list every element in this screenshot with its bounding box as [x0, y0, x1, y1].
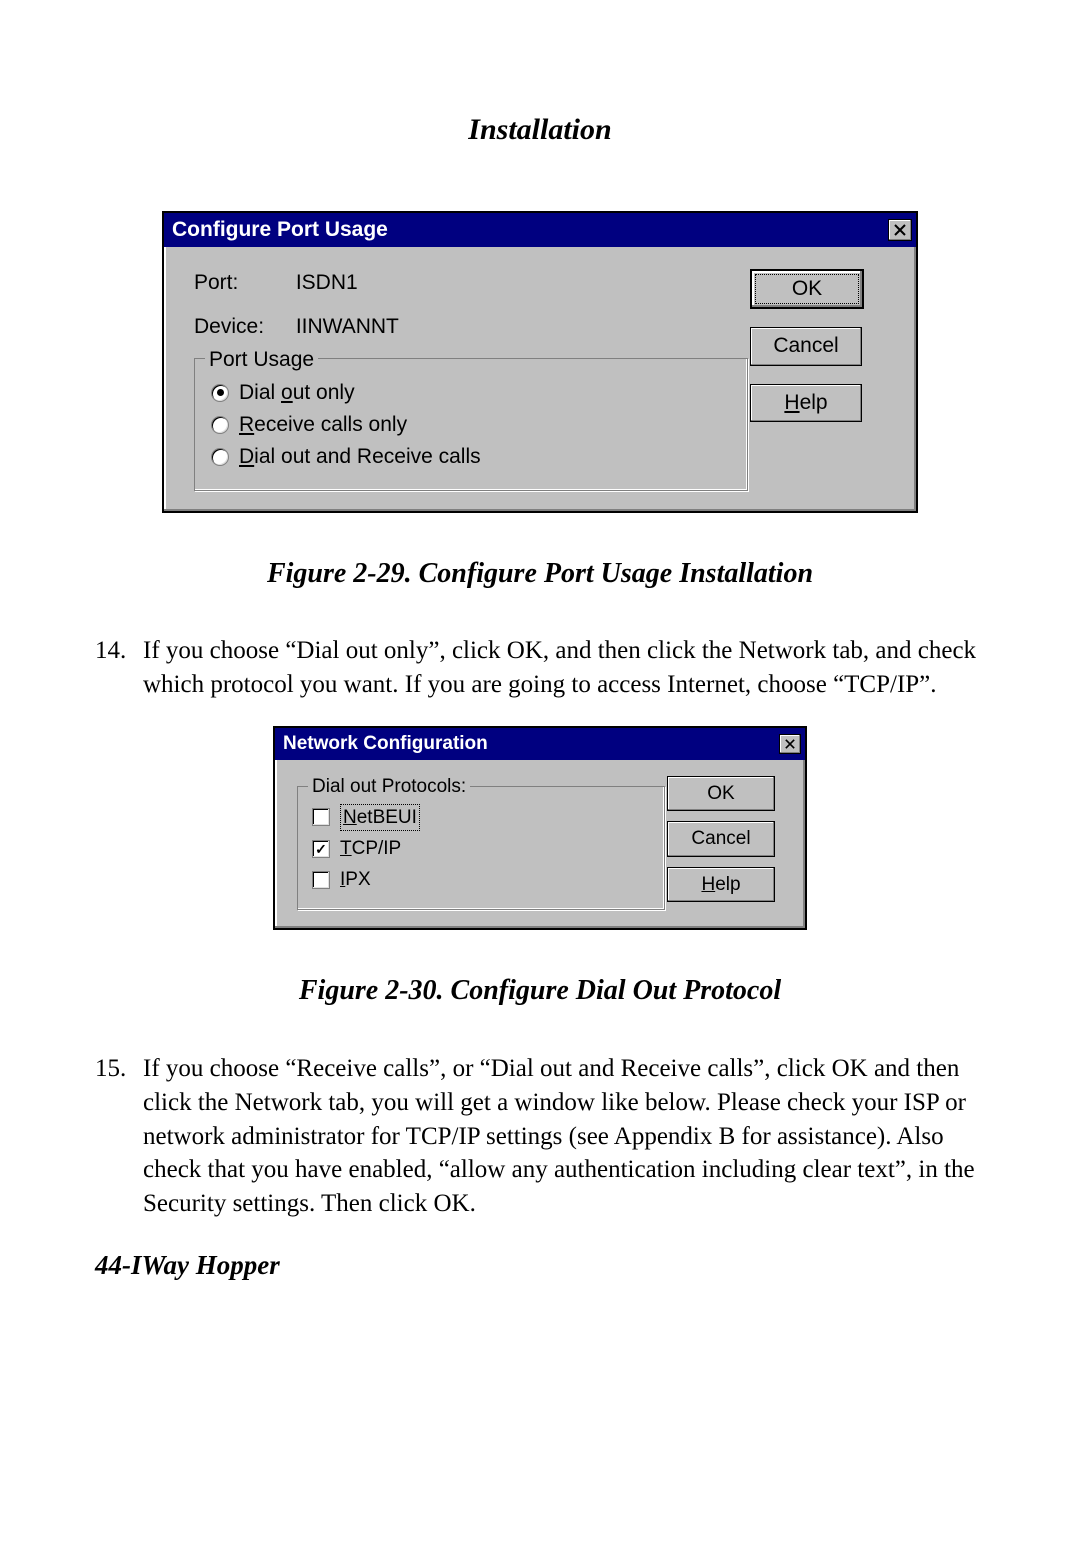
cancel-button[interactable]: Cancel: [667, 821, 775, 857]
step-number: 15.: [95, 1052, 143, 1221]
step-number: 14.: [95, 634, 143, 702]
dialog-title: Network Configuration: [283, 731, 488, 757]
dialog-title: Configure Port Usage: [172, 216, 388, 244]
checkbox-icon: [312, 871, 330, 889]
list-item: 14. If you choose “Dial out only”, click…: [95, 634, 985, 702]
figure-caption-30: Figure 2-30. Configure Dial Out Protocol: [95, 972, 985, 1010]
radio-icon: [211, 416, 229, 434]
titlebar: Network Configuration: [275, 728, 805, 760]
group-legend: Port Usage: [205, 346, 318, 374]
figure-caption-29: Figure 2-29. Configure Port Usage Instal…: [95, 555, 985, 593]
checkbox-ipx[interactable]: IPX: [312, 867, 650, 893]
checkbox-icon: [312, 808, 330, 826]
radio-label: Dial out only: [239, 379, 355, 407]
close-icon[interactable]: [888, 219, 912, 241]
group-legend: Dial out Protocols:: [308, 774, 470, 800]
dialog-network-configuration: Network Configuration Dial out Protocols…: [273, 726, 807, 931]
group-dial-out-protocols: Dial out Protocols: NetBEUI ✓ TCP/IP IPX: [297, 786, 665, 911]
radio-receive-calls-only[interactable]: Receive calls only: [211, 411, 731, 439]
checkbox-netbeui[interactable]: NetBEUI: [312, 804, 650, 832]
step-text: If you choose “Receive calls”, or “Dial …: [143, 1052, 985, 1221]
ok-button[interactable]: OK: [750, 269, 864, 309]
radio-label: Receive calls only: [239, 411, 407, 439]
checkbox-tcpip[interactable]: ✓ TCP/IP: [312, 836, 650, 862]
device-value: IINWANNT: [296, 315, 399, 338]
help-button[interactable]: Help: [750, 384, 862, 422]
checkbox-icon: ✓: [312, 840, 330, 858]
group-port-usage: Port Usage Dial out only Receive calls o…: [194, 358, 748, 491]
checkbox-label: TCP/IP: [340, 836, 401, 862]
cancel-button[interactable]: Cancel: [750, 327, 862, 365]
titlebar: Configure Port Usage: [164, 213, 916, 247]
device-label: Device:: [194, 313, 290, 341]
checkbox-label: IPX: [340, 867, 371, 893]
dialog-configure-port-usage: Configure Port Usage Port: ISDN1 Device:…: [162, 211, 918, 513]
radio-icon: [211, 384, 229, 402]
port-value: ISDN1: [296, 271, 358, 294]
list-item: 15. If you choose “Receive calls”, or “D…: [95, 1052, 985, 1221]
close-icon[interactable]: [779, 734, 801, 754]
page-footer: 44-IWay Hopper: [95, 1247, 985, 1283]
radio-label: Dial out and Receive calls: [239, 443, 481, 471]
ok-button[interactable]: OK: [667, 776, 775, 812]
port-label: Port:: [194, 269, 290, 297]
checkbox-label: NetBEUI: [340, 804, 420, 832]
radio-icon: [211, 448, 229, 466]
radio-dial-out-only[interactable]: Dial out only: [211, 379, 731, 407]
help-button[interactable]: Help: [667, 867, 775, 903]
page-title: Installation: [95, 110, 985, 151]
step-text: If you choose “Dial out only”, click OK,…: [143, 634, 985, 702]
radio-dial-out-and-receive[interactable]: Dial out and Receive calls: [211, 443, 731, 471]
